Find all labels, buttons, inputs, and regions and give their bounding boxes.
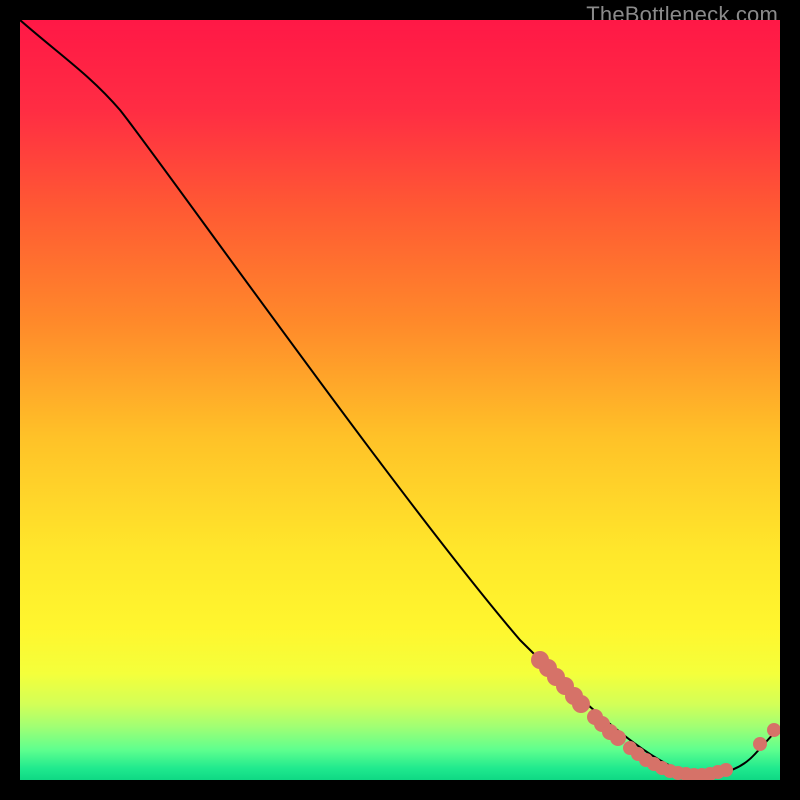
bottleneck-chart — [20, 20, 780, 780]
gradient-background — [20, 20, 780, 780]
chart-stage: TheBottleneck.com — [0, 0, 800, 800]
